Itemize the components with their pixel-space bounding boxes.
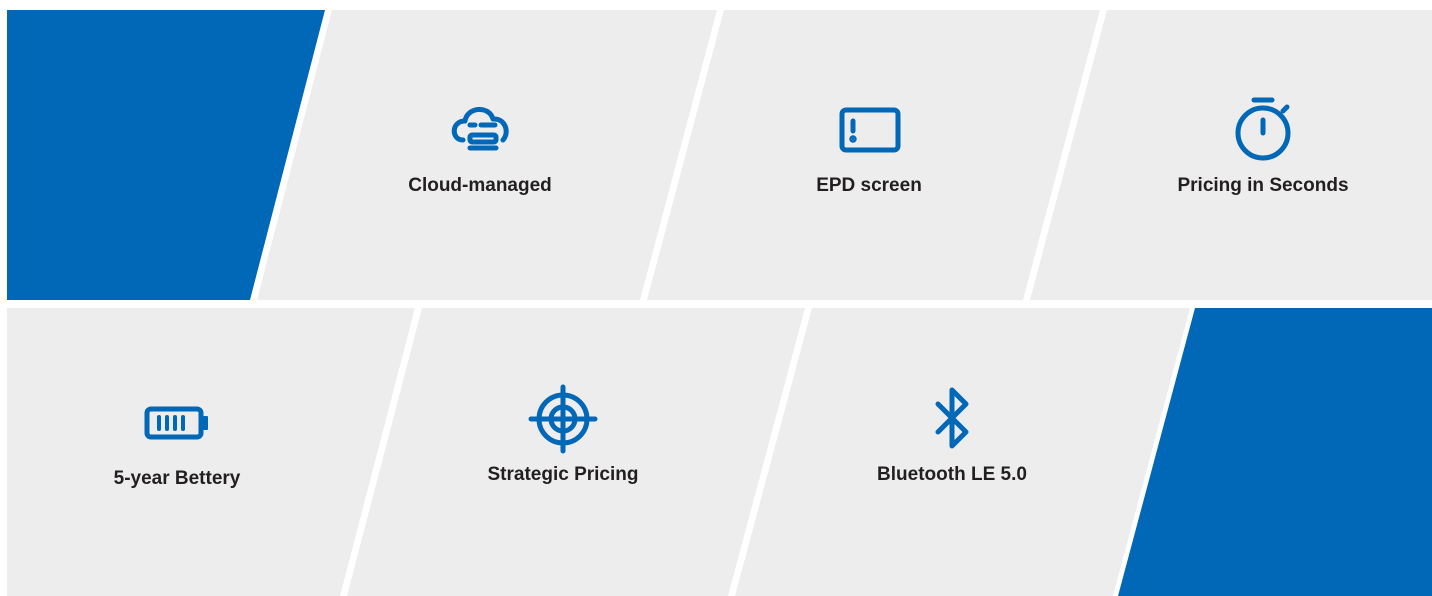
target-icon <box>528 384 598 454</box>
feature-label: Pricing in Seconds <box>1177 175 1349 196</box>
bluetooth-icon <box>935 387 969 449</box>
feature-row-bottom: 5-year Bettery Strategic Pricing Bluetoo… <box>0 308 1432 596</box>
feature-label: Bluetooth LE 5.0 <box>877 464 1027 485</box>
feature-label: Cloud-managed <box>408 175 552 196</box>
cloud-icon <box>451 107 509 151</box>
feature-tile-strategic-pricing: Strategic Pricing <box>433 384 693 486</box>
feature-label: 5-year Bettery <box>113 468 241 489</box>
feature-label: Strategic Pricing <box>487 464 639 485</box>
feature-label: EPD screen <box>816 175 922 196</box>
feature-tile-epd-screen: EPD screen <box>739 95 999 197</box>
feature-row-top: Cloud-managed EPD screen Pricing in Seco… <box>0 10 1432 300</box>
feature-tile-pricing-in-seconds: Pricing in Seconds <box>1133 95 1393 197</box>
battery-icon <box>144 406 208 440</box>
feature-tile-cloud-managed: Cloud-managed <box>350 95 610 197</box>
stopwatch-icon <box>1235 97 1291 161</box>
feature-tile-bluetooth: Bluetooth LE 5.0 <box>822 384 1082 486</box>
screen-icon <box>839 107 901 153</box>
feature-tile-battery: 5-year Bettery <box>47 388 307 490</box>
